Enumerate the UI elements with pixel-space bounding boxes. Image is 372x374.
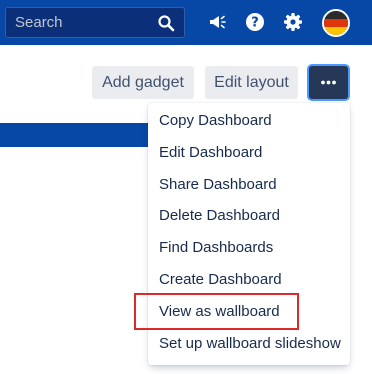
menu-item-create-dashboard[interactable]: Create Dashboard [148, 264, 350, 296]
search-input[interactable] [6, 8, 156, 37]
user-avatar[interactable] [322, 9, 350, 37]
menu-item-edit-dashboard[interactable]: Edit Dashboard [148, 137, 350, 169]
highlight-annotation-box [134, 293, 299, 330]
menu-item-share-dashboard[interactable]: Share Dashboard [148, 169, 350, 201]
megaphone-icon[interactable] [206, 10, 230, 34]
menu-item-copy-dashboard[interactable]: Copy Dashboard [148, 105, 350, 137]
menu-item-delete-dashboard[interactable]: Delete Dashboard [148, 200, 350, 232]
search-icon[interactable] [157, 14, 175, 32]
more-actions-button[interactable] [309, 66, 348, 99]
edit-layout-button[interactable]: Edit layout [205, 66, 298, 99]
dashboard-title-band [0, 123, 150, 147]
svg-text:?: ? [251, 16, 259, 31]
help-icon[interactable]: ? [243, 10, 267, 34]
settings-gear-icon[interactable] [281, 10, 305, 34]
menu-item-find-dashboards[interactable]: Find Dashboards [148, 232, 350, 264]
avatar-image [324, 11, 348, 35]
top-navigation-bar: ? [0, 0, 372, 45]
menu-item-set-up-wallboard-slideshow[interactable]: Set up wallboard slideshow [148, 328, 350, 360]
search-box[interactable] [5, 7, 185, 38]
ellipsis-icon [321, 80, 336, 85]
add-gadget-button[interactable]: Add gadget [92, 66, 194, 99]
